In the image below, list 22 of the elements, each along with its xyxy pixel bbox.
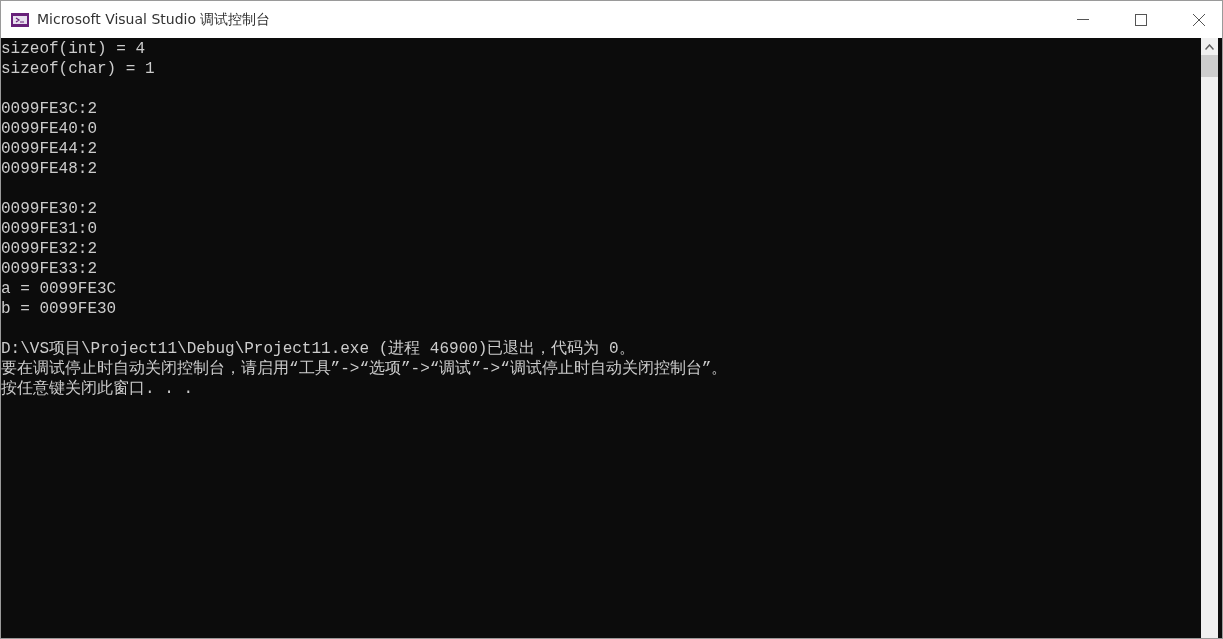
maximize-icon: [1135, 13, 1147, 26]
scroll-thumb[interactable]: [1201, 55, 1218, 77]
console-line: sizeof(int) = 4: [1, 39, 146, 59]
console-line: sizeof(char) = 1: [1, 59, 155, 79]
console-app-icon: [11, 12, 29, 27]
console-line: D:\VS项目\Project11\Debug\Project11.exe (进程 46900)已退出，代码为 0。: [1, 339, 635, 359]
console-line: 要在调试停止时自动关闭控制台，请启用“工具”->“选项”->“调试”->“调试停止时自动关闭控制台”。: [1, 359, 728, 379]
console-line: 0099FE30:2: [1, 199, 97, 219]
chevron-up-icon: [1205, 43, 1214, 50]
console-line: 0099FE3C:2: [1, 99, 97, 119]
console-line: 按任意键关闭此窗口. . .: [1, 379, 193, 399]
console-line: a = 0099FE3C: [1, 279, 117, 299]
console-line: b = 0099FE30: [1, 299, 117, 319]
console-line: 0099FE48:2: [1, 159, 97, 179]
console-line: 0099FE31:0: [1, 219, 97, 239]
console-line: 0099FE40:0: [1, 119, 97, 139]
console-line: 0099FE32:2: [1, 239, 97, 259]
window-title: Microsoft Visual Studio 调试控制台: [37, 10, 272, 29]
console-line: 0099FE44:2: [1, 139, 97, 159]
console-line: 0099FE33:2: [1, 259, 97, 279]
minimize-icon: [1077, 19, 1089, 20]
close-icon: [1193, 13, 1205, 26]
